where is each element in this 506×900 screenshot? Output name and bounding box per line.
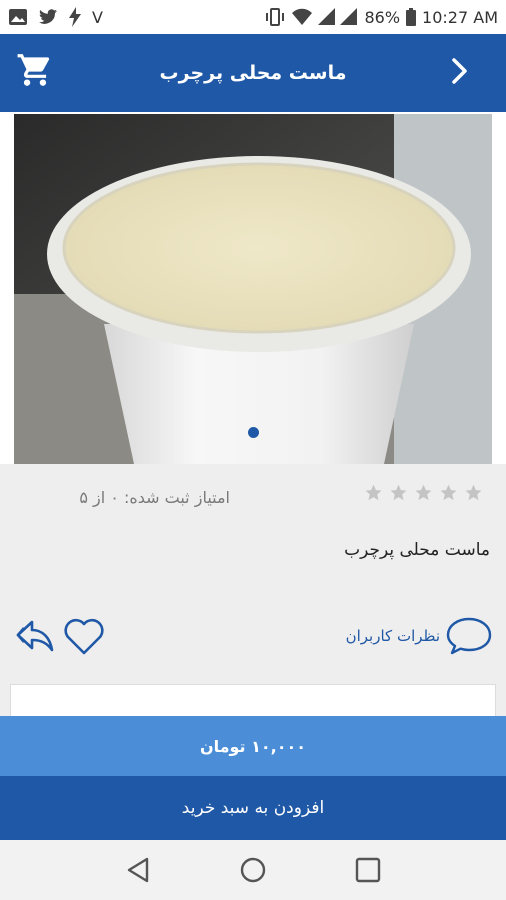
system-nav-bar <box>0 840 506 900</box>
heart-icon[interactable] <box>62 615 106 657</box>
add-to-cart-label: افزودن به سبد خرید <box>181 798 325 818</box>
flash-icon <box>68 7 82 27</box>
twitter-icon <box>38 8 58 26</box>
image-pager-dot[interactable] <box>248 427 259 438</box>
carrier-letter: V <box>92 7 103 27</box>
price-bar: ۱۰,۰۰۰ تومان <box>0 716 506 776</box>
share-icon[interactable] <box>14 614 56 656</box>
battery-percent: 86% <box>364 7 401 27</box>
clock: 10:27 AM <box>422 7 498 27</box>
star-icon[interactable] <box>439 483 458 502</box>
vibrate-icon <box>264 8 286 26</box>
battery-icon <box>406 8 417 26</box>
star-icon[interactable] <box>389 483 408 502</box>
rating-text: امتیاز ثبت شده: ۰ از ۵ <box>79 488 230 507</box>
chevron-right-icon[interactable] <box>448 56 472 86</box>
add-to-cart-button[interactable]: افزودن به سبد خرید <box>0 776 506 840</box>
status-bar: V 86% 10:27 AM <box>0 0 506 34</box>
product-image[interactable] <box>14 114 492 464</box>
rating-stars[interactable] <box>364 483 483 502</box>
product-name: ماست محلی پرچرب <box>344 540 490 560</box>
comment-icon <box>446 617 492 655</box>
star-icon[interactable] <box>414 483 433 502</box>
back-triangle-icon[interactable] <box>123 855 153 885</box>
wifi-icon <box>292 8 313 26</box>
star-icon[interactable] <box>364 483 383 502</box>
comments-button[interactable]: نظرات کاربران <box>346 614 492 658</box>
home-circle-icon[interactable] <box>238 855 268 885</box>
recents-square-icon[interactable] <box>353 855 383 885</box>
star-icon[interactable] <box>464 483 483 502</box>
image-icon <box>8 8 28 26</box>
comments-label: نظرات کاربران <box>345 627 440 645</box>
signal-icon <box>318 8 358 26</box>
price-label: ۱۰,۰۰۰ تومان <box>199 736 307 756</box>
page-title: ماست محلی پرچرب <box>159 62 347 84</box>
cart-icon[interactable] <box>16 51 54 89</box>
app-bar: ماست محلی پرچرب <box>0 34 506 112</box>
